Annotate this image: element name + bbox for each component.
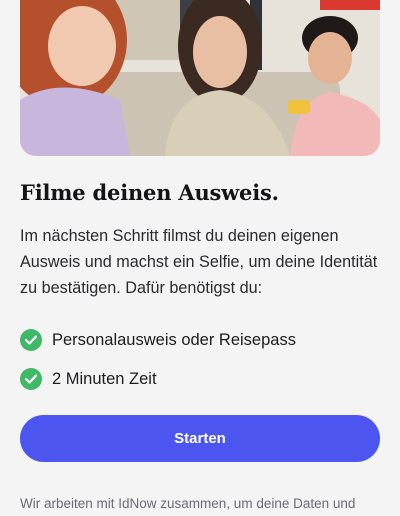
requirements-list: Personalausweis oder Reisepass 2 Minuten…: [20, 326, 380, 404]
check-circle-icon: [20, 368, 42, 390]
requirement-item-id-document: Personalausweis oder Reisepass: [20, 326, 380, 354]
requirement-label: Personalausweis oder Reisepass: [52, 330, 296, 349]
check-circle-icon: [20, 329, 42, 351]
footer-note: Wir arbeiten mit IdNow zusammen, um dein…: [20, 496, 356, 511]
page-title: Filme deinen Ausweis.: [20, 180, 279, 205]
start-button[interactable]: Starten: [20, 415, 380, 462]
description-text: Im nächsten Schritt filmst du deinen eig…: [20, 227, 378, 297]
hero-image: [20, 0, 380, 156]
family-photo-illustration: [20, 0, 380, 156]
requirement-item-time: 2 Minuten Zeit: [20, 365, 380, 393]
requirement-label: 2 Minuten Zeit: [52, 369, 157, 388]
